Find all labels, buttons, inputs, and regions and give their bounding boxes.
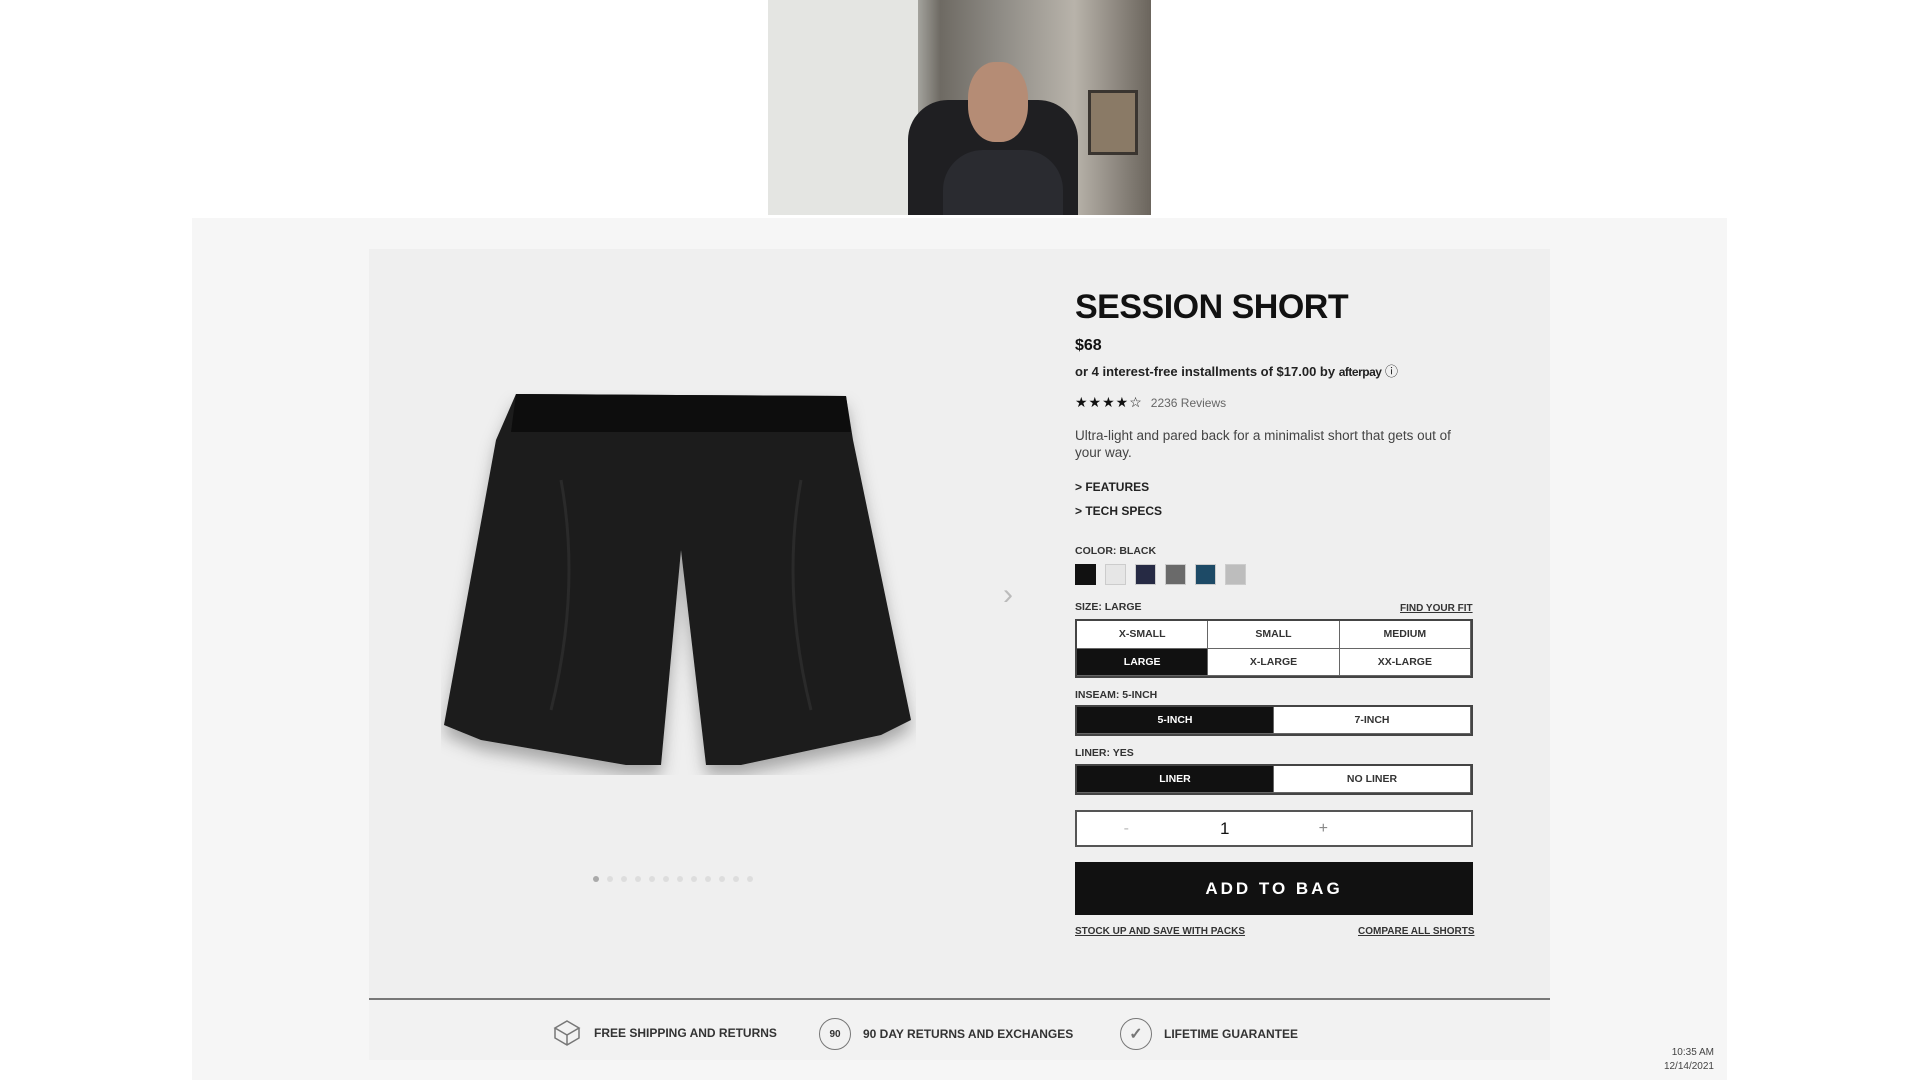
liner-label: LINER: YES [1075,747,1134,759]
color-swatches [1075,564,1246,585]
gallery-dots[interactable] [593,876,753,882]
decrease-quantity-button[interactable]: - [1077,820,1176,838]
returns-item: 90 90 DAY RETURNS AND EXCHANGES [819,1018,1073,1050]
check-circle-icon: ✓ [1120,1018,1152,1050]
inseam-selector: 5-INCH 7-INCH [1075,705,1473,736]
footer-label: LIFETIME GUARANTEE [1164,1027,1298,1041]
review-count[interactable]: 2236 Reviews [1151,396,1226,410]
webcam-video-feed [768,0,1151,215]
size-option[interactable]: LARGE [1077,648,1209,676]
gallery-dot[interactable] [691,876,697,882]
inseam-option[interactable]: 7-INCH [1274,707,1471,734]
size-option[interactable]: XX-LARGE [1339,648,1471,676]
gallery-dot[interactable] [593,876,599,882]
quantity-stepper: - 1 + [1075,810,1473,847]
color-swatch[interactable] [1195,564,1216,585]
color-swatch[interactable] [1105,564,1126,585]
packs-link[interactable]: STOCK UP AND SAVE WITH PACKS [1075,926,1245,937]
size-option[interactable]: X-SMALL [1077,621,1209,649]
gallery-dot[interactable] [663,876,669,882]
liner-option[interactable]: NO LINER [1274,766,1471,793]
free-shipping-item: FREE SHIPPING AND RETURNS [552,1018,777,1048]
gallery-dot[interactable] [733,876,739,882]
liner-selector: LINER NO LINER [1075,764,1473,795]
afterpay-installments: or 4 interest-free installments of $17.0… [1075,361,1398,380]
gallery-dot[interactable] [649,876,655,882]
rating[interactable]: ★★★★☆ 2236 Reviews [1075,394,1226,411]
installments-text: or 4 interest-free installments of $17.0… [1075,364,1336,379]
size-label: SIZE: LARGE [1075,601,1142,613]
product-title: SESSION SHORT [1075,288,1349,326]
gallery-dot[interactable] [677,876,683,882]
add-to-bag-button[interactable]: ADD TO BAG [1075,862,1473,915]
increase-quantity-button[interactable]: + [1274,820,1373,838]
gallery-dot[interactable] [635,876,641,882]
90-day-icon: 90 [819,1018,851,1050]
liner-option[interactable]: LINER [1077,766,1274,793]
person-face [968,62,1028,142]
color-swatch[interactable] [1075,564,1096,585]
star-rating-icon: ★★★★☆ [1075,394,1143,410]
size-selector: X-SMALL SMALL MEDIUM LARGE X-LARGE XX-LARGE [1075,619,1473,678]
footer-label: FREE SHIPPING AND RETURNS [594,1026,777,1040]
gallery-dot[interactable] [719,876,725,882]
inseam-label: INSEAM: 5-INCH [1075,689,1158,701]
compare-shorts-link[interactable]: COMPARE ALL SHORTS [1358,926,1474,937]
size-option[interactable]: X-LARGE [1208,648,1340,676]
product-price: $68 [1075,337,1102,354]
color-swatch[interactable] [1225,564,1246,585]
afterpay-logo: afterpay [1338,365,1382,379]
gallery-dot[interactable] [621,876,627,882]
size-option[interactable]: SMALL [1208,621,1340,649]
tech-specs-toggle[interactable]: > TECH SPECS [1075,504,1162,518]
color-swatch[interactable] [1165,564,1186,585]
clock-date: 12/14/2021 [1663,1061,1714,1072]
quantity-value[interactable]: 1 [1176,819,1275,839]
color-label: COLOR: BLACK [1075,545,1157,557]
inseam-option[interactable]: 5-INCH [1077,707,1274,734]
gallery-dot[interactable] [705,876,711,882]
lifetime-guarantee-item: ✓ LIFETIME GUARANTEE [1120,1018,1298,1050]
next-image-chevron-icon[interactable]: › [1003,578,1013,612]
color-swatch[interactable] [1135,564,1156,585]
product-description: Ultra-light and pared back for a minimal… [1075,428,1451,460]
product-image-shorts[interactable] [441,390,916,775]
person-body [943,150,1063,215]
gallery-dot[interactable] [747,876,753,882]
find-your-fit-link[interactable]: FIND YOUR FIT [1400,603,1473,614]
system-clock: 10:35 AM 12/14/2021 [1660,1046,1714,1074]
box-icon [553,1020,581,1046]
features-toggle[interactable]: > FEATURES [1075,480,1149,494]
gallery-dot[interactable] [607,876,613,882]
size-option[interactable]: MEDIUM [1339,621,1471,649]
info-icon[interactable]: ⓘ [1385,364,1398,379]
whiteboard [768,0,918,215]
footer-label: 90 DAY RETURNS AND EXCHANGES [863,1027,1074,1041]
clock-time: 10:35 AM [1671,1047,1714,1058]
wall-frame [1088,90,1138,155]
